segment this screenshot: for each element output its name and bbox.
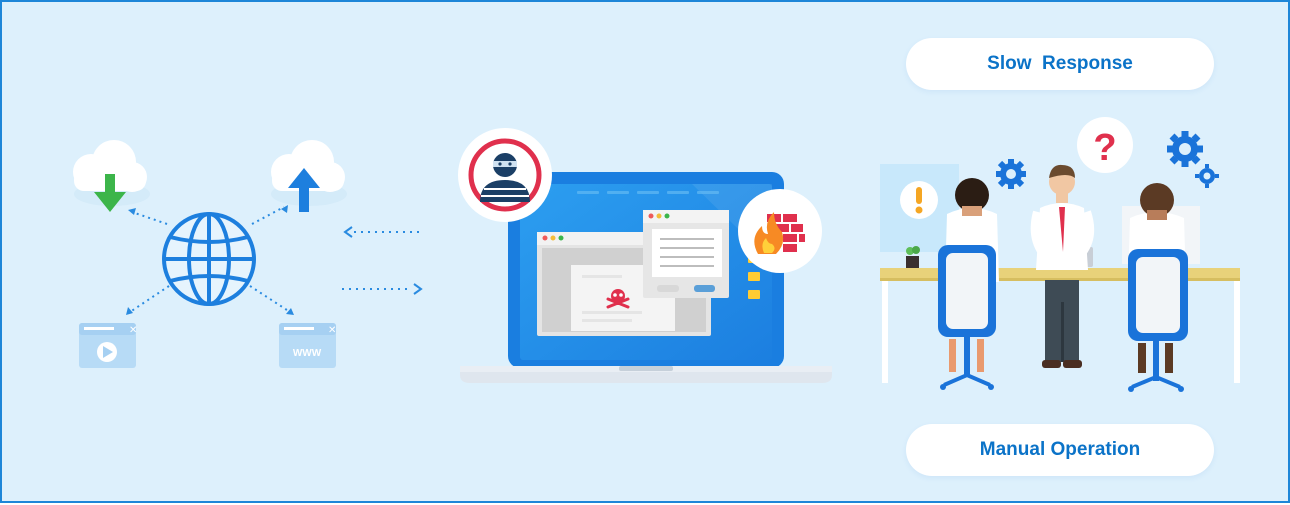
standing-person <box>1030 164 1094 368</box>
question-icon: ? <box>1077 117 1133 173</box>
video-window-icon: ✕ <box>79 323 137 368</box>
svg-text:✕: ✕ <box>328 325 336 336</box>
svg-text:?: ? <box>1093 127 1116 169</box>
svg-text:✕: ✕ <box>129 325 137 336</box>
www-label: WWW <box>293 348 322 359</box>
www-window-icon: ✕ WWW <box>279 323 336 368</box>
dialog-window <box>643 210 729 298</box>
firewall-icon <box>738 189 822 273</box>
office-scene: ? <box>880 117 1240 392</box>
globe-icon <box>162 212 256 306</box>
slow-response-text: Slow Response <box>987 53 1133 74</box>
cloud-download-icon <box>73 140 150 212</box>
diagram-frame: ✕ ✕ WWW ? Slow Response Manual Operation <box>0 0 1290 503</box>
exclamation-icon <box>900 181 938 219</box>
cloud-upload-icon <box>271 140 347 212</box>
internet-cluster: ✕ ✕ WWW <box>73 140 347 368</box>
slow-response-label: Slow Response <box>906 38 1214 90</box>
traffic-arrows <box>342 226 424 295</box>
hacker-icon <box>458 128 552 222</box>
manual-operation-text: Manual Operation <box>979 439 1141 460</box>
manual-operation-label: Manual Operation <box>906 424 1214 476</box>
